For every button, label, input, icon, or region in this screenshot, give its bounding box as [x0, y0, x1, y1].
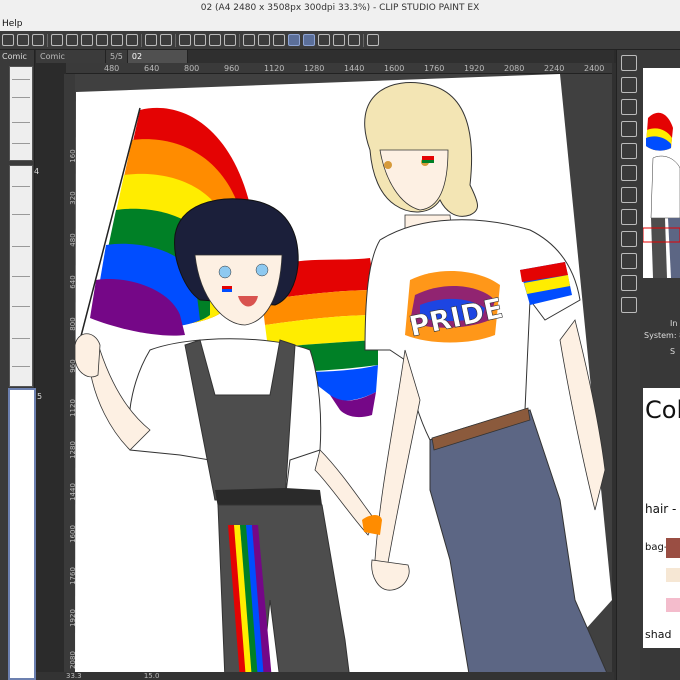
- open-folder-icon[interactable]: [66, 34, 78, 46]
- menu-bar: Help: [0, 17, 680, 31]
- search-icon[interactable]: [621, 55, 637, 71]
- snap-ruler-icon[interactable]: [243, 34, 255, 46]
- mask-icon[interactable]: [621, 187, 637, 203]
- ruler-tick-label: 480: [104, 64, 120, 73]
- ruler-tick-label: 1600: [384, 64, 405, 73]
- divider: [47, 33, 48, 47]
- export-page-icon[interactable]: [111, 34, 123, 46]
- ruler-tick-label: 960: [224, 64, 240, 73]
- ruler-tick-label: 2400: [584, 64, 605, 73]
- reference-icon[interactable]: [621, 209, 637, 225]
- reference-bag: bag-: [645, 542, 668, 553]
- page-thumbnail[interactable]: [9, 165, 33, 387]
- image-icon[interactable]: [621, 275, 637, 291]
- frame-icon[interactable]: [621, 253, 637, 269]
- divider: [175, 33, 176, 47]
- print-icon[interactable]: [126, 34, 138, 46]
- layer-icon[interactable]: [621, 77, 637, 93]
- artwork-canvas[interactable]: PRIDE: [75, 74, 612, 680]
- folder-icon[interactable]: [621, 165, 637, 181]
- page-manager-label: Comic: [2, 52, 27, 61]
- panel-label-s: S: [670, 347, 676, 356]
- navigator-system-label: System: 82: [644, 331, 680, 340]
- status-bar: 33.3 15.0: [36, 672, 614, 680]
- menu-icon[interactable]: [2, 34, 14, 46]
- help-icon[interactable]: [348, 34, 360, 46]
- divider: [141, 33, 142, 47]
- deselect-icon[interactable]: [179, 34, 191, 46]
- material-icon[interactable]: [318, 34, 330, 46]
- companion-icon[interactable]: [367, 34, 379, 46]
- ruler-tick-label: 1760: [424, 64, 445, 73]
- ruler-tick-label: 1920: [464, 64, 485, 73]
- zoom-value[interactable]: 33.3: [66, 672, 82, 680]
- ruler-tick-label: 800: [184, 64, 200, 73]
- view-icon[interactable]: [32, 34, 44, 46]
- fill-icon[interactable]: [209, 34, 221, 46]
- delete-layer-icon[interactable]: [621, 143, 637, 159]
- edit-icon[interactable]: [333, 34, 345, 46]
- page-thumbnail-selected[interactable]: [8, 388, 36, 680]
- menu-help[interactable]: Help: [2, 19, 23, 29]
- navigator-thumbnail: [643, 112, 680, 278]
- brush-settings-icon[interactable]: [17, 34, 29, 46]
- copy-layer-icon[interactable]: [621, 99, 637, 115]
- ruler-tick-label: 640: [144, 64, 160, 73]
- snap-grid-icon[interactable]: [258, 34, 270, 46]
- ruler-tick-label: 1440: [344, 64, 365, 73]
- ruler-tick-label: 1280: [304, 64, 325, 73]
- canvas-tab-strip: Comic 5/5 02: [36, 50, 614, 63]
- snap-special-ruler-icon[interactable]: [288, 34, 300, 46]
- clip-studio-window: 02 (A4 2480 x 3508px 300dpi 33.3%) - CLI…: [0, 0, 680, 680]
- redo-icon[interactable]: [160, 34, 172, 46]
- clear-icon[interactable]: [194, 34, 206, 46]
- reference-shadow: shad: [645, 628, 672, 641]
- ruler-tick-label: 1120: [264, 64, 285, 73]
- ruler-left: 160 320 480 640 800 960 1120 1280 1440 1600 1760 19…: [64, 74, 75, 674]
- save-icon[interactable]: [81, 34, 93, 46]
- page-number: 4: [34, 167, 40, 176]
- ruler-tick-label: 2080: [504, 64, 525, 73]
- pink-color-swatch: [666, 598, 680, 612]
- page-thumbnail[interactable]: [9, 66, 33, 161]
- reference-title: Col: [645, 396, 680, 424]
- tab-page-count[interactable]: 5/5: [106, 50, 128, 63]
- merge-icon[interactable]: [621, 121, 637, 137]
- ruler-top: 480 640 800 960 1120 1280 1440 1600 1760 1920 2080…: [66, 63, 612, 74]
- export-icon[interactable]: [96, 34, 108, 46]
- reference-hair: hair -: [645, 502, 677, 516]
- page-number: 5: [37, 392, 43, 401]
- divider: [239, 33, 240, 47]
- snap-guide-icon[interactable]: [273, 34, 285, 46]
- command-bar: [0, 31, 680, 50]
- ruler-tick-label: 2240: [544, 64, 565, 73]
- color-icon[interactable]: [621, 231, 637, 247]
- rotation-value[interactable]: 15.0: [144, 672, 160, 680]
- right-tool-column: [616, 50, 640, 680]
- navigator-preview[interactable]: [643, 68, 680, 278]
- panel-label-in: In: [670, 319, 678, 328]
- divider: [363, 33, 364, 47]
- bag-color-swatch: [666, 538, 680, 558]
- transform-icon[interactable]: [224, 34, 236, 46]
- new-file-icon[interactable]: [51, 34, 63, 46]
- window-title: 02 (A4 2480 x 3508px 300dpi 33.3%) - CLI…: [0, 0, 680, 17]
- color-reference-panel: Col hair - bag- shad: [643, 388, 680, 648]
- stabilizer-icon[interactable]: [303, 34, 315, 46]
- undo-icon[interactable]: [145, 34, 157, 46]
- skin-color-swatch: [666, 568, 680, 582]
- tab-comic[interactable]: Comic: [36, 50, 106, 63]
- import-icon[interactable]: [621, 297, 637, 313]
- canvas-area[interactable]: PRIDE: [75, 74, 612, 680]
- tab-02[interactable]: 02: [127, 50, 188, 63]
